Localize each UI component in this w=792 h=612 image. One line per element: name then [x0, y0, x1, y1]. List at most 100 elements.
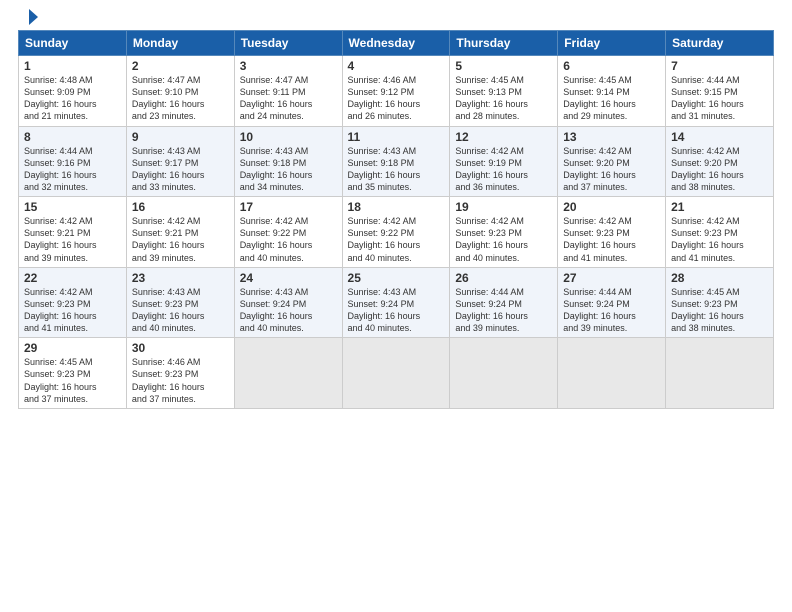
day-number: 3 [240, 59, 337, 73]
weekday-header-friday: Friday [558, 31, 666, 56]
day-info: Sunrise: 4:43 AMSunset: 9:18 PMDaylight:… [240, 145, 337, 194]
day-number: 1 [24, 59, 121, 73]
calendar-cell: 12Sunrise: 4:42 AMSunset: 9:19 PMDayligh… [450, 126, 558, 197]
day-number: 11 [348, 130, 445, 144]
day-number: 14 [671, 130, 768, 144]
calendar-cell: 21Sunrise: 4:42 AMSunset: 9:23 PMDayligh… [666, 197, 774, 268]
calendar-cell [342, 338, 450, 409]
calendar-week-row-5: 29Sunrise: 4:45 AMSunset: 9:23 PMDayligh… [19, 338, 774, 409]
day-number: 27 [563, 271, 660, 285]
day-info: Sunrise: 4:42 AMSunset: 9:21 PMDaylight:… [132, 215, 229, 264]
day-number: 16 [132, 200, 229, 214]
day-number: 23 [132, 271, 229, 285]
day-number: 15 [24, 200, 121, 214]
calendar-week-row-4: 22Sunrise: 4:42 AMSunset: 9:23 PMDayligh… [19, 267, 774, 338]
day-info: Sunrise: 4:45 AMSunset: 9:23 PMDaylight:… [24, 356, 121, 405]
day-number: 4 [348, 59, 445, 73]
day-info: Sunrise: 4:43 AMSunset: 9:18 PMDaylight:… [348, 145, 445, 194]
day-number: 22 [24, 271, 121, 285]
calendar-cell: 15Sunrise: 4:42 AMSunset: 9:21 PMDayligh… [19, 197, 127, 268]
calendar-cell: 18Sunrise: 4:42 AMSunset: 9:22 PMDayligh… [342, 197, 450, 268]
day-info: Sunrise: 4:42 AMSunset: 9:22 PMDaylight:… [240, 215, 337, 264]
calendar-cell: 8Sunrise: 4:44 AMSunset: 9:16 PMDaylight… [19, 126, 127, 197]
day-number: 28 [671, 271, 768, 285]
header [18, 10, 774, 26]
day-info: Sunrise: 4:47 AMSunset: 9:11 PMDaylight:… [240, 74, 337, 123]
day-number: 24 [240, 271, 337, 285]
day-info: Sunrise: 4:42 AMSunset: 9:23 PMDaylight:… [455, 215, 552, 264]
day-info: Sunrise: 4:45 AMSunset: 9:14 PMDaylight:… [563, 74, 660, 123]
day-number: 19 [455, 200, 552, 214]
day-info: Sunrise: 4:42 AMSunset: 9:23 PMDaylight:… [24, 286, 121, 335]
day-info: Sunrise: 4:45 AMSunset: 9:13 PMDaylight:… [455, 74, 552, 123]
day-info: Sunrise: 4:45 AMSunset: 9:23 PMDaylight:… [671, 286, 768, 335]
calendar-cell: 3Sunrise: 4:47 AMSunset: 9:11 PMDaylight… [234, 56, 342, 127]
calendar-cell: 27Sunrise: 4:44 AMSunset: 9:24 PMDayligh… [558, 267, 666, 338]
weekday-header-tuesday: Tuesday [234, 31, 342, 56]
day-number: 20 [563, 200, 660, 214]
calendar-cell: 4Sunrise: 4:46 AMSunset: 9:12 PMDaylight… [342, 56, 450, 127]
day-info: Sunrise: 4:43 AMSunset: 9:17 PMDaylight:… [132, 145, 229, 194]
day-info: Sunrise: 4:43 AMSunset: 9:24 PMDaylight:… [348, 286, 445, 335]
day-number: 6 [563, 59, 660, 73]
day-number: 17 [240, 200, 337, 214]
day-number: 7 [671, 59, 768, 73]
day-info: Sunrise: 4:42 AMSunset: 9:19 PMDaylight:… [455, 145, 552, 194]
day-info: Sunrise: 4:47 AMSunset: 9:10 PMDaylight:… [132, 74, 229, 123]
calendar-cell: 16Sunrise: 4:42 AMSunset: 9:21 PMDayligh… [126, 197, 234, 268]
calendar-cell: 23Sunrise: 4:43 AMSunset: 9:23 PMDayligh… [126, 267, 234, 338]
day-number: 26 [455, 271, 552, 285]
day-number: 13 [563, 130, 660, 144]
day-info: Sunrise: 4:42 AMSunset: 9:20 PMDaylight:… [563, 145, 660, 194]
calendar-cell: 19Sunrise: 4:42 AMSunset: 9:23 PMDayligh… [450, 197, 558, 268]
calendar-week-row-2: 8Sunrise: 4:44 AMSunset: 9:16 PMDaylight… [19, 126, 774, 197]
day-info: Sunrise: 4:44 AMSunset: 9:15 PMDaylight:… [671, 74, 768, 123]
calendar-cell: 5Sunrise: 4:45 AMSunset: 9:13 PMDaylight… [450, 56, 558, 127]
calendar-cell: 26Sunrise: 4:44 AMSunset: 9:24 PMDayligh… [450, 267, 558, 338]
calendar-cell: 1Sunrise: 4:48 AMSunset: 9:09 PMDaylight… [19, 56, 127, 127]
calendar-cell: 30Sunrise: 4:46 AMSunset: 9:23 PMDayligh… [126, 338, 234, 409]
logo [18, 10, 38, 26]
day-info: Sunrise: 4:46 AMSunset: 9:23 PMDaylight:… [132, 356, 229, 405]
day-number: 10 [240, 130, 337, 144]
day-number: 21 [671, 200, 768, 214]
logo-flag-icon [20, 8, 38, 26]
calendar-cell: 29Sunrise: 4:45 AMSunset: 9:23 PMDayligh… [19, 338, 127, 409]
day-info: Sunrise: 4:44 AMSunset: 9:16 PMDaylight:… [24, 145, 121, 194]
weekday-header-sunday: Sunday [19, 31, 127, 56]
day-info: Sunrise: 4:44 AMSunset: 9:24 PMDaylight:… [563, 286, 660, 335]
calendar-week-row-1: 1Sunrise: 4:48 AMSunset: 9:09 PMDaylight… [19, 56, 774, 127]
calendar-cell: 25Sunrise: 4:43 AMSunset: 9:24 PMDayligh… [342, 267, 450, 338]
calendar-cell [234, 338, 342, 409]
day-info: Sunrise: 4:43 AMSunset: 9:24 PMDaylight:… [240, 286, 337, 335]
calendar-cell: 2Sunrise: 4:47 AMSunset: 9:10 PMDaylight… [126, 56, 234, 127]
day-info: Sunrise: 4:42 AMSunset: 9:22 PMDaylight:… [348, 215, 445, 264]
weekday-header-wednesday: Wednesday [342, 31, 450, 56]
calendar-cell: 22Sunrise: 4:42 AMSunset: 9:23 PMDayligh… [19, 267, 127, 338]
calendar-cell: 11Sunrise: 4:43 AMSunset: 9:18 PMDayligh… [342, 126, 450, 197]
day-info: Sunrise: 4:44 AMSunset: 9:24 PMDaylight:… [455, 286, 552, 335]
page: SundayMondayTuesdayWednesdayThursdayFrid… [0, 0, 792, 612]
calendar-cell: 13Sunrise: 4:42 AMSunset: 9:20 PMDayligh… [558, 126, 666, 197]
calendar-cell: 20Sunrise: 4:42 AMSunset: 9:23 PMDayligh… [558, 197, 666, 268]
calendar-cell: 17Sunrise: 4:42 AMSunset: 9:22 PMDayligh… [234, 197, 342, 268]
day-info: Sunrise: 4:42 AMSunset: 9:23 PMDaylight:… [671, 215, 768, 264]
day-number: 9 [132, 130, 229, 144]
calendar-cell: 6Sunrise: 4:45 AMSunset: 9:14 PMDaylight… [558, 56, 666, 127]
day-number: 18 [348, 200, 445, 214]
calendar-cell: 9Sunrise: 4:43 AMSunset: 9:17 PMDaylight… [126, 126, 234, 197]
day-info: Sunrise: 4:42 AMSunset: 9:20 PMDaylight:… [671, 145, 768, 194]
day-info: Sunrise: 4:48 AMSunset: 9:09 PMDaylight:… [24, 74, 121, 123]
calendar-cell: 14Sunrise: 4:42 AMSunset: 9:20 PMDayligh… [666, 126, 774, 197]
calendar-cell [666, 338, 774, 409]
day-number: 29 [24, 341, 121, 355]
day-info: Sunrise: 4:43 AMSunset: 9:23 PMDaylight:… [132, 286, 229, 335]
calendar-table: SundayMondayTuesdayWednesdayThursdayFrid… [18, 30, 774, 409]
weekday-header-row: SundayMondayTuesdayWednesdayThursdayFrid… [19, 31, 774, 56]
calendar-cell: 24Sunrise: 4:43 AMSunset: 9:24 PMDayligh… [234, 267, 342, 338]
day-info: Sunrise: 4:42 AMSunset: 9:23 PMDaylight:… [563, 215, 660, 264]
weekday-header-saturday: Saturday [666, 31, 774, 56]
calendar-cell [558, 338, 666, 409]
calendar-cell: 10Sunrise: 4:43 AMSunset: 9:18 PMDayligh… [234, 126, 342, 197]
day-number: 12 [455, 130, 552, 144]
